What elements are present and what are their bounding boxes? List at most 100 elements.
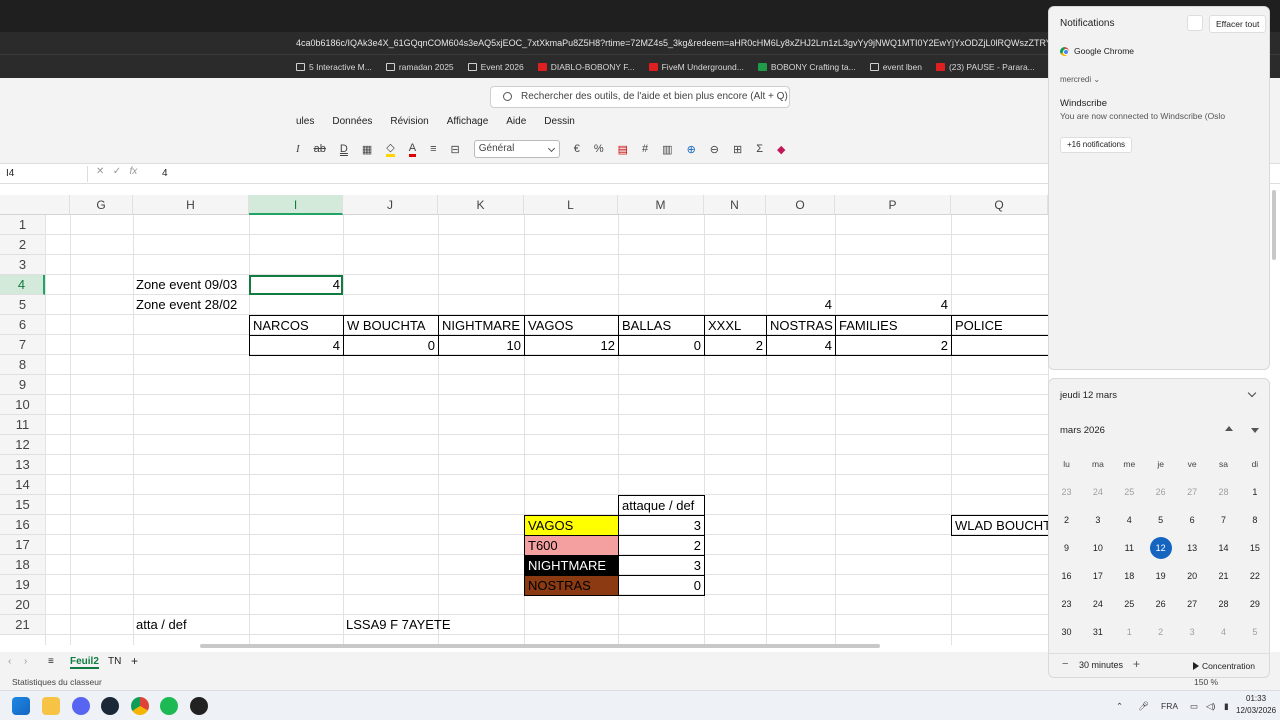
network-icon[interactable]: ▭: [1190, 691, 1198, 720]
row-header-20[interactable]: 20: [0, 595, 45, 615]
menu-aide[interactable]: Aide: [506, 116, 526, 127]
wrap-icon[interactable]: ⊟: [451, 143, 460, 156]
cell-n6[interactable]: XXXL: [704, 315, 767, 336]
cell-p5[interactable]: 4: [835, 295, 951, 315]
bookmark-item[interactable]: 5 Interactive M...: [296, 62, 372, 72]
name-box[interactable]: I4: [6, 166, 88, 182]
focus-start-button[interactable]: Concentration: [1189, 659, 1259, 673]
formula-input[interactable]: 4: [162, 166, 168, 182]
cell-m15[interactable]: attaque / def: [618, 495, 705, 516]
sheet-tab-tn[interactable]: TN: [108, 656, 121, 667]
microphone-icon[interactable]: 🎤︎: [1138, 691, 1149, 720]
calendar-day[interactable]: 26: [1145, 593, 1176, 615]
row-header-3[interactable]: 3: [0, 255, 45, 275]
cell-o7[interactable]: 4: [766, 335, 836, 356]
cell-j6[interactable]: W BOUCHTA: [343, 315, 439, 336]
calendar-day[interactable]: 23: [1051, 481, 1082, 503]
currency-icon[interactable]: €: [574, 143, 580, 155]
calendar-day[interactable]: 3: [1177, 621, 1208, 643]
language-indicator[interactable]: FRA: [1161, 691, 1178, 720]
do-not-disturb-icon[interactable]: [1187, 15, 1203, 31]
calendar-day[interactable]: 25: [1114, 481, 1145, 503]
steam-icon[interactable]: [101, 697, 119, 715]
align-icon[interactable]: ≡: [430, 143, 436, 155]
calendar-day[interactable]: 8: [1239, 509, 1270, 531]
row-header-16[interactable]: 16: [0, 515, 45, 535]
calendar-day[interactable]: 24: [1082, 481, 1113, 503]
cell-n7[interactable]: 2: [704, 335, 767, 356]
column-header-n[interactable]: N: [704, 195, 766, 215]
calendar-day[interactable]: 31: [1082, 621, 1113, 643]
row-header-6[interactable]: 6: [0, 315, 45, 335]
select-all-corner[interactable]: [0, 195, 70, 215]
calendar-day[interactable]: 4: [1208, 621, 1239, 643]
calendar-day[interactable]: 1: [1114, 621, 1145, 643]
chrome-icon[interactable]: [131, 697, 149, 715]
calendar-day[interactable]: 23: [1051, 593, 1082, 615]
calendar-day[interactable]: 15: [1239, 537, 1270, 559]
calendar-day[interactable]: 19: [1145, 565, 1176, 587]
column-header-j[interactable]: J: [343, 195, 438, 215]
row-header-1[interactable]: 1: [0, 215, 45, 235]
cell-l17[interactable]: T600: [524, 535, 619, 556]
column-header-h[interactable]: H: [133, 195, 249, 215]
horizontal-scrollbar[interactable]: [200, 644, 880, 648]
bookmark-item[interactable]: ramadan 2025: [385, 62, 454, 72]
row-header-10[interactable]: 10: [0, 395, 45, 415]
bookmark-item[interactable]: Event 2026: [467, 62, 524, 72]
row-header-13[interactable]: 13: [0, 455, 45, 475]
row-header-7[interactable]: 7: [0, 335, 45, 355]
row-header-12[interactable]: 12: [0, 435, 45, 455]
file-explorer-icon[interactable]: [42, 697, 60, 715]
row-header-14[interactable]: 14: [0, 475, 45, 495]
cell-k7[interactable]: 10: [438, 335, 525, 356]
cell-o5[interactable]: 4: [766, 295, 835, 315]
calendar-day[interactable]: 13: [1177, 537, 1208, 559]
previous-month-icon[interactable]: [1225, 426, 1233, 431]
calendar-day[interactable]: 5: [1239, 621, 1270, 643]
insert-icon[interactable]: ⊕: [687, 143, 696, 156]
vertical-scrollbar[interactable]: [1272, 190, 1276, 260]
italic-icon[interactable]: I: [296, 143, 300, 155]
cell-h21[interactable]: atta / def: [133, 615, 190, 635]
cell-m7[interactable]: 0: [618, 335, 705, 356]
row-header-2[interactable]: 2: [0, 235, 45, 255]
cell-l6[interactable]: VAGOS: [524, 315, 619, 336]
calendar-day[interactable]: 2: [1145, 621, 1176, 643]
calendar-day[interactable]: 5: [1145, 509, 1176, 531]
cell-h5[interactable]: Zone event 28/02: [133, 295, 240, 315]
notification-title[interactable]: Windscribe: [1060, 98, 1107, 109]
volume-icon[interactable]: ◁): [1206, 691, 1215, 720]
column-header-m[interactable]: M: [618, 195, 704, 215]
format-icon[interactable]: ⊞: [733, 143, 742, 156]
more-notifications-button[interactable]: +16 notifications: [1060, 137, 1133, 153]
next-sheet-icon[interactable]: ›: [24, 656, 27, 667]
column-header-l[interactable]: L: [524, 195, 618, 215]
calendar-day[interactable]: 10: [1082, 537, 1113, 559]
clock-date[interactable]: 12/03/2026: [1236, 706, 1276, 715]
calendar-day[interactable]: 9: [1051, 537, 1082, 559]
cell-j21[interactable]: LSSA9 F 7AYETE: [343, 615, 454, 635]
row-header-15[interactable]: 15: [0, 495, 45, 515]
menu-donnees[interactable]: Données: [332, 116, 372, 127]
calendar-month[interactable]: mars 2026: [1060, 425, 1105, 436]
calendar-day[interactable]: 18: [1114, 565, 1145, 587]
spotify-icon[interactable]: [160, 697, 178, 715]
cell-j7[interactable]: 0: [343, 335, 439, 356]
notification-day[interactable]: mercredi ⌄: [1060, 75, 1100, 84]
menu-formules[interactable]: ules: [296, 116, 314, 127]
calendar-day[interactable]: 27: [1177, 481, 1208, 503]
cell-k6[interactable]: NIGHTMARE: [438, 315, 525, 336]
calendar-day[interactable]: 20: [1177, 565, 1208, 587]
row-header-17[interactable]: 17: [0, 535, 45, 555]
decrease-minutes-button[interactable]: −: [1062, 658, 1068, 670]
row-header-9[interactable]: 9: [0, 375, 45, 395]
fill-color-icon[interactable]: ◇: [386, 141, 395, 157]
cell-m6[interactable]: BALLAS: [618, 315, 705, 336]
discord-icon[interactable]: [72, 697, 90, 715]
chevron-down-icon[interactable]: [1247, 388, 1257, 398]
bookmark-item[interactable]: FiveM Underground...: [648, 62, 744, 72]
cell-p7[interactable]: 2: [835, 335, 952, 356]
calendar-day[interactable]: 24: [1082, 593, 1113, 615]
row-header-18[interactable]: 18: [0, 555, 45, 575]
